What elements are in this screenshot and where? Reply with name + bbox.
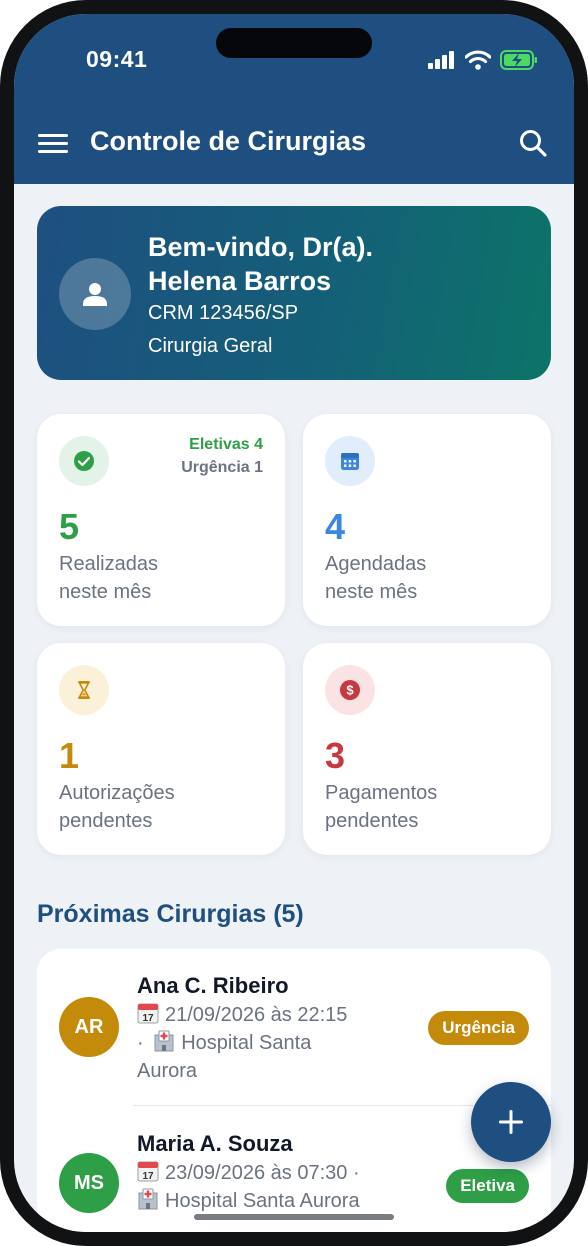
stat-label-line1: Realizadas xyxy=(59,553,158,575)
surgery-list: AR Ana C. Ribeiro 17 21/09/2026 às 22:15… xyxy=(37,949,551,1232)
hospital-line: Hospital Santa Aurora xyxy=(137,1187,360,1215)
dynamic-island xyxy=(216,28,372,58)
stat-value: 5 xyxy=(59,506,80,547)
hospital-icon xyxy=(154,1030,174,1052)
stat-card-realizadas[interactable]: Eletivas 4 Urgência 1 5 Realizadas neste… xyxy=(37,414,285,626)
stat-label-line1: Autorizações xyxy=(59,782,175,804)
plus-icon xyxy=(499,1110,523,1134)
svg-text:17: 17 xyxy=(142,1171,154,1182)
patient-name: Ana C. Ribeiro xyxy=(137,973,289,998)
patient-name: Maria A. Souza xyxy=(137,1131,293,1156)
avatar xyxy=(59,258,131,330)
stat-value: 3 xyxy=(325,735,346,776)
stat-label-line2: neste mês xyxy=(59,581,152,603)
check-circle-icon xyxy=(59,436,109,486)
stat-label-line2: neste mês xyxy=(325,581,418,603)
stat-card-pagamentos[interactable]: $ 3 Pagamentos pendentes xyxy=(303,643,551,855)
list-item[interactable]: AR Ana C. Ribeiro 17 21/09/2026 às 22:15… xyxy=(37,973,551,1113)
status-icons xyxy=(428,50,538,70)
stat-card-agendadas[interactable]: 4 Agendadas neste mês xyxy=(303,414,551,626)
stat-label: Agendadas neste mês xyxy=(325,550,535,606)
stat-label-line1: Pagamentos xyxy=(325,782,438,804)
surgery-datetime: 17 21/09/2026 às 22:15 xyxy=(137,1001,347,1029)
stat-label: Realizadas neste mês xyxy=(59,550,269,606)
calendar-icon xyxy=(325,436,375,486)
crm-number: CRM 123456/SP xyxy=(148,302,299,324)
menu-icon[interactable] xyxy=(38,134,68,154)
calendar-icon: 17 xyxy=(137,1003,159,1024)
section-title: Próximas Cirurgias (5) xyxy=(37,900,304,928)
specialty: Cirurgia Geral xyxy=(148,335,273,357)
stat-label-line2: pendentes xyxy=(325,810,419,832)
hospital-line-cont: Aurora xyxy=(137,1060,198,1082)
add-surgery-button[interactable] xyxy=(471,1082,551,1162)
app-title: Controle de Cirurgias xyxy=(90,126,367,156)
screen: 09:41 Controle de Cirurgias Bem-vindo, D… xyxy=(14,14,574,1232)
dollar-icon: $ xyxy=(325,665,375,715)
status-badge: Eletiva xyxy=(446,1169,529,1203)
hospital-text: Hospital Santa xyxy=(181,1032,312,1054)
status-time: 09:41 xyxy=(86,46,148,72)
battery-charging-icon xyxy=(500,50,537,70)
status-badge: Urgência xyxy=(428,1011,529,1045)
hourglass-icon xyxy=(59,665,109,715)
svg-text:$: $ xyxy=(346,683,354,698)
surgery-datetime: 17 23/09/2026 às 07:30 · xyxy=(137,1159,360,1187)
welcome-greeting: Bem-vindo, Dr(a). xyxy=(148,232,374,262)
app-bar: 09:41 Controle de Cirurgias xyxy=(14,14,574,184)
hospital-icon xyxy=(138,1188,158,1210)
hospital-text: Hospital Santa Aurora xyxy=(165,1190,360,1212)
stat-label-line1: Agendadas xyxy=(325,553,427,575)
person-icon xyxy=(83,283,107,306)
home-indicator xyxy=(194,1214,394,1220)
datetime-text: 21/09/2026 às 22:15 xyxy=(165,1004,348,1026)
stat-card-autorizacoes[interactable]: 1 Autorizações pendentes xyxy=(37,643,285,855)
tag-urgencia: Urgência 1 xyxy=(181,459,263,476)
welcome-card: Bem-vindo, Dr(a). Helena Barros CRM 1234… xyxy=(37,206,551,380)
stat-label-line2: pendentes xyxy=(59,810,153,832)
signal-icon xyxy=(428,51,454,69)
welcome-name: Bem-vindo, Dr(a). Helena Barros xyxy=(148,230,448,298)
hospital-line: · Hospital Santa xyxy=(137,1029,311,1057)
stat-value: 4 xyxy=(325,506,346,547)
avatar: MS xyxy=(59,1153,119,1213)
doctor-name: Helena Barros xyxy=(148,266,332,296)
avatar: AR xyxy=(59,997,119,1057)
svg-text:17: 17 xyxy=(142,1013,154,1024)
stat-label: Autorizações pendentes xyxy=(59,779,269,835)
tag-eletivas: Eletivas 4 xyxy=(189,436,263,453)
stat-label: Pagamentos pendentes xyxy=(325,779,535,835)
calendar-icon: 17 xyxy=(137,1161,159,1182)
stat-value: 1 xyxy=(59,735,80,776)
datetime-text: 23/09/2026 às 07:30 · xyxy=(165,1162,360,1184)
search-icon[interactable] xyxy=(518,128,548,158)
wifi-icon xyxy=(465,50,491,70)
separator: · xyxy=(137,1032,144,1054)
phone-frame: 09:41 Controle de Cirurgias Bem-vindo, D… xyxy=(0,0,588,1246)
